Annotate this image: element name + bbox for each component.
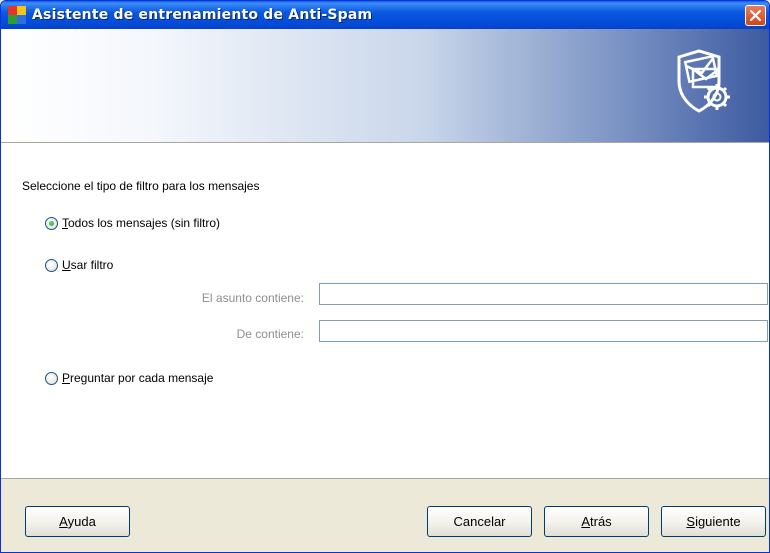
radio-button-checked[interactable] xyxy=(45,216,58,230)
wizard-content: Seleccione el tipo de filtro para los me… xyxy=(1,143,769,478)
window-title: Asistente de entrenamiento de Anti-Spam xyxy=(32,7,373,23)
from-contains-input[interactable] xyxy=(319,320,768,342)
close-icon xyxy=(750,10,761,21)
subject-contains-label: El asunto contiene: xyxy=(201,291,304,305)
title-bar[interactable]: Asistente de entrenamiento de Anti-Spam xyxy=(1,1,769,29)
wizard-window: Asistente de entrenamiento de Anti-Spam … xyxy=(0,0,770,553)
next-button[interactable]: Siguiente xyxy=(661,506,766,537)
help-button[interactable]: Ayuda xyxy=(25,506,130,537)
back-button[interactable]: Atrás xyxy=(544,506,649,537)
radio-all-messages[interactable]: Todos los mensajes (sin filtro) xyxy=(45,216,220,230)
close-button[interactable] xyxy=(745,5,766,26)
radio-use-filter[interactable]: Usar filtro xyxy=(45,258,113,272)
avg-logo-icon xyxy=(8,6,26,24)
radio-button[interactable] xyxy=(45,371,58,385)
from-contains-label: De contiene: xyxy=(236,327,304,341)
footer-divider xyxy=(1,478,769,479)
radio-button[interactable] xyxy=(45,258,58,272)
cancel-button[interactable]: Cancelar xyxy=(427,506,532,537)
subject-contains-input[interactable] xyxy=(319,283,768,305)
shield-mail-gear-icon xyxy=(677,49,730,113)
radio-use-filter-label: Usar filtro xyxy=(62,258,114,272)
radio-ask-each-message-label: Preguntar por cada mensaje xyxy=(62,371,214,385)
header-banner xyxy=(1,29,769,142)
filter-type-prompt: Seleccione el tipo de filtro para los me… xyxy=(22,179,260,193)
radio-ask-each-message[interactable]: Preguntar por cada mensaje xyxy=(45,371,213,385)
radio-all-messages-label: Todos los mensajes (sin filtro) xyxy=(62,216,221,230)
